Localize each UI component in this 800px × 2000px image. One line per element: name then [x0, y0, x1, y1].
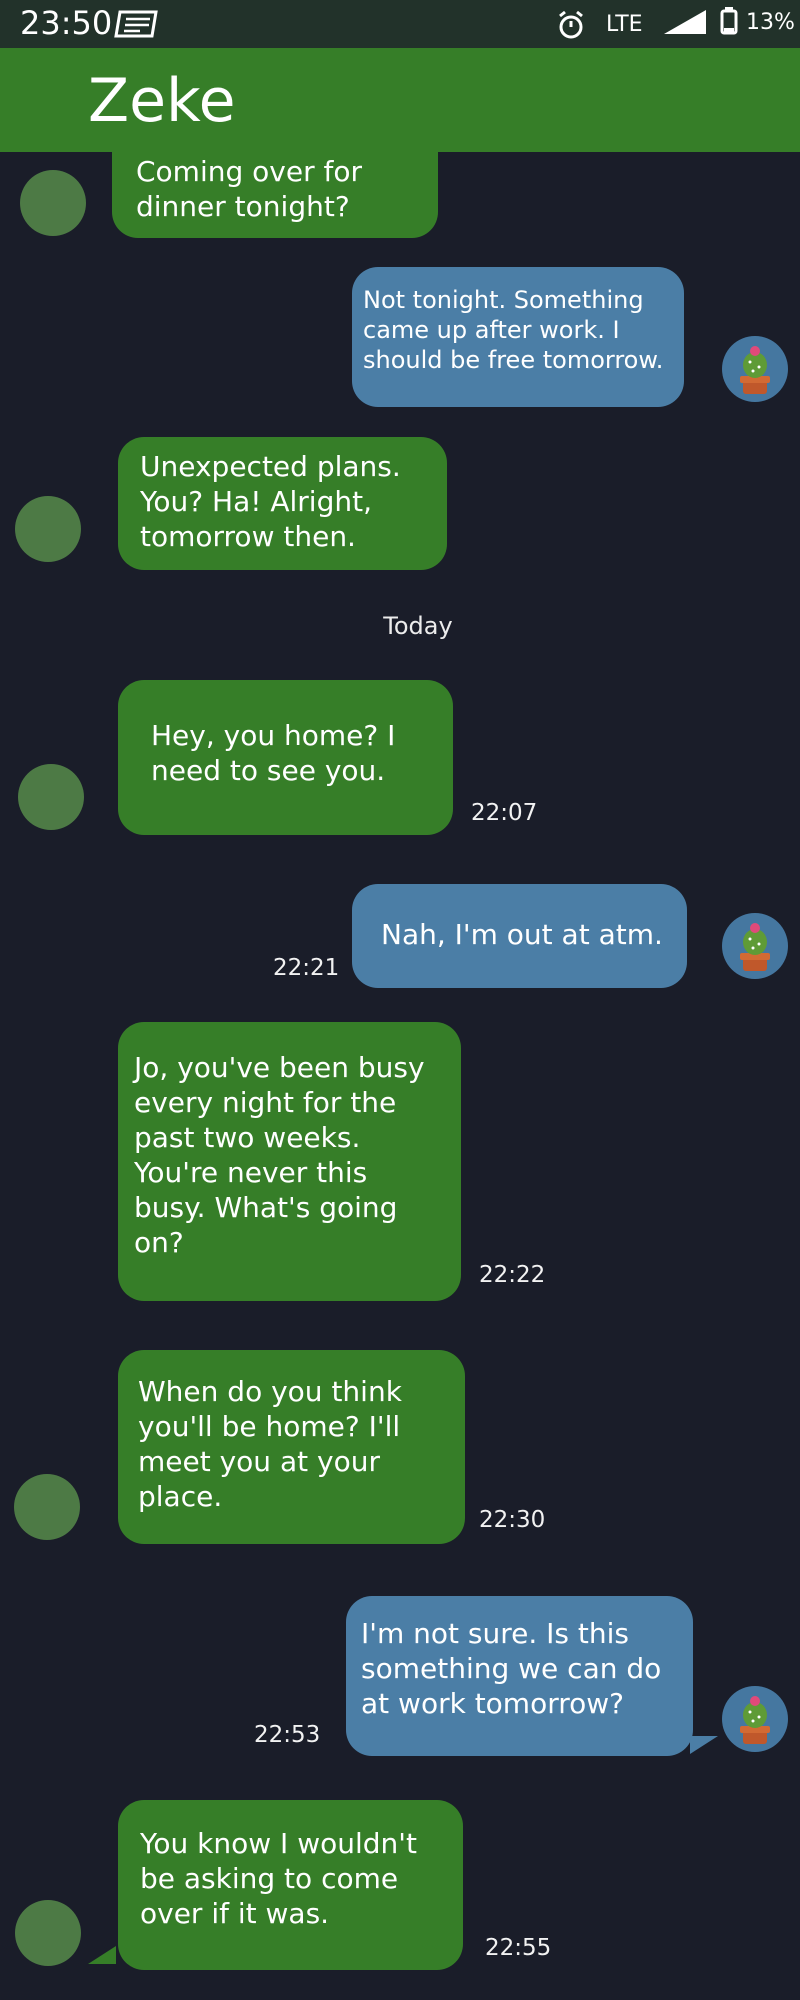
status-time: 23:50 — [20, 4, 113, 42]
message-notification-icon — [112, 10, 158, 42]
incoming-message-bubble[interactable]: Coming over for dinner tonight? — [112, 150, 438, 238]
user-avatar[interactable] — [722, 336, 788, 402]
cactus-icon — [740, 346, 770, 394]
incoming-message-bubble[interactable]: Hey, you home? I need to see you. — [118, 680, 453, 835]
message-timestamp: 22:30 — [479, 1507, 546, 1533]
contact-avatar[interactable] — [20, 170, 86, 236]
message-text: Jo, you've been busy every night for the… — [134, 1051, 425, 1259]
message-timestamp: 22:21 — [273, 955, 340, 981]
contact-avatar[interactable] — [15, 1900, 81, 1966]
bubble-tail — [690, 1736, 718, 1754]
message-text: Hey, you home? I need to see you. — [151, 719, 396, 787]
cactus-icon — [740, 923, 770, 971]
message-timestamp: 22:07 — [471, 800, 538, 826]
message-timestamp: 22:22 — [479, 1262, 546, 1288]
incoming-message-bubble[interactable]: Jo, you've been busy every night for the… — [118, 1022, 461, 1301]
incoming-message-bubble[interactable]: You know I wouldn't be asking to come ov… — [118, 1800, 463, 1970]
message-text: I'm not sure. Is this something we can d… — [361, 1617, 662, 1720]
battery-icon — [720, 6, 738, 40]
chat-header: Zeke — [0, 48, 800, 152]
user-avatar[interactable] — [722, 913, 788, 979]
user-avatar[interactable] — [722, 1686, 788, 1752]
message-text: You know I wouldn't be asking to come ov… — [140, 1827, 417, 1930]
incoming-message-bubble[interactable]: Unexpected plans. You? Ha! Alright, tomo… — [118, 437, 447, 570]
bubble-tail — [88, 1928, 116, 1964]
battery-percentage: 13% — [746, 10, 795, 35]
outgoing-message-bubble[interactable]: Nah, I'm out at atm. — [352, 884, 687, 988]
day-divider: Today — [383, 612, 453, 640]
outgoing-message-bubble[interactable]: I'm not sure. Is this something we can d… — [346, 1596, 693, 1756]
message-text: When do you think you'll be home? I'll m… — [138, 1375, 402, 1513]
contact-name[interactable]: Zeke — [88, 66, 236, 136]
contact-avatar[interactable] — [14, 1474, 80, 1540]
status-bar: 23:50 LTE 13% — [0, 0, 800, 48]
message-text: Unexpected plans. You? Ha! Alright, tomo… — [140, 450, 401, 553]
cactus-icon — [740, 1696, 770, 1744]
message-text: Nah, I'm out at atm. — [381, 918, 663, 951]
message-text: Coming over for dinner tonight? — [136, 155, 362, 223]
contact-avatar[interactable] — [18, 764, 84, 830]
message-timestamp: 22:55 — [485, 1935, 552, 1961]
incoming-message-bubble[interactable]: When do you think you'll be home? I'll m… — [118, 1350, 465, 1544]
contact-avatar[interactable] — [15, 496, 81, 562]
message-text: Not tonight. Something came up after wor… — [363, 286, 664, 374]
alarm-icon — [556, 10, 586, 44]
outgoing-message-bubble[interactable]: Not tonight. Something came up after wor… — [352, 267, 684, 407]
network-type: LTE — [606, 12, 643, 37]
signal-strength-icon — [662, 8, 708, 40]
message-timestamp: 22:53 — [254, 1722, 321, 1748]
